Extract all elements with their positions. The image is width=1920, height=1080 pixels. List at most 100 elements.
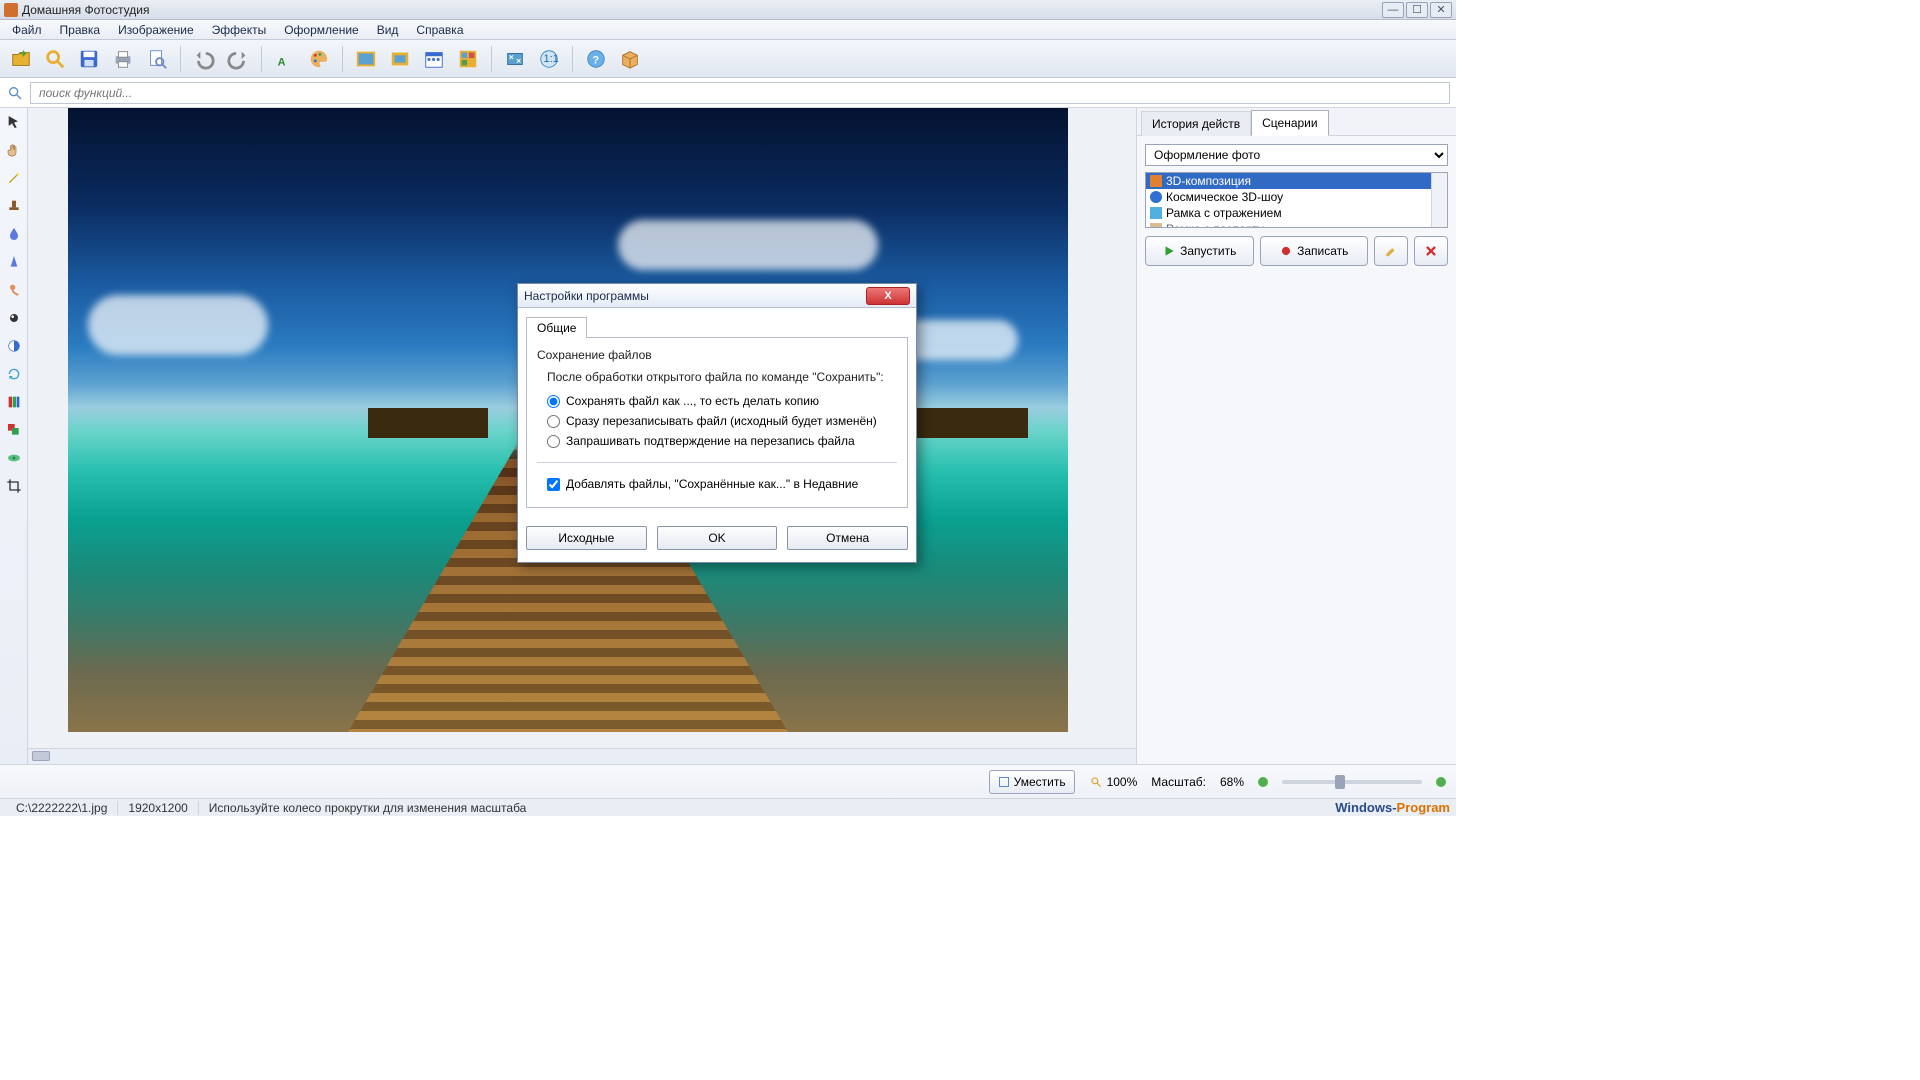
ok-button[interactable]: OK	[657, 526, 778, 550]
dialog-title: Настройки программы	[524, 289, 866, 303]
zoom-in-button[interactable]	[1436, 777, 1446, 787]
scenario-category-select[interactable]: Оформление фото	[1145, 144, 1448, 166]
sharpen-tool[interactable]	[4, 252, 24, 272]
preview-button[interactable]	[142, 44, 172, 74]
watermark: Windows-	[1335, 800, 1396, 815]
checkbox-input[interactable]	[547, 478, 560, 491]
text-button[interactable]: A	[270, 44, 300, 74]
frame-button[interactable]	[351, 44, 381, 74]
redo-button[interactable]	[223, 44, 253, 74]
settings-dialog: Настройки программы X Общие Сохранение ф…	[517, 283, 917, 563]
stamp-tool[interactable]	[4, 196, 24, 216]
calendar-button[interactable]	[419, 44, 449, 74]
status-hint: Используйте колесо прокрутки для изменен…	[199, 801, 537, 815]
scale-value: 68%	[1220, 775, 1244, 789]
refresh-tool[interactable]	[4, 364, 24, 384]
menu-bar: Файл Правка Изображение Эффекты Оформлен…	[0, 20, 1456, 40]
crop-tool[interactable]	[4, 476, 24, 496]
svg-text:1:1: 1:1	[544, 52, 559, 64]
search-input[interactable]	[30, 82, 1450, 104]
search-icon	[0, 85, 30, 101]
resize-button[interactable]	[500, 44, 530, 74]
right-tabs: История действ Сценарии	[1137, 108, 1456, 136]
frame2-button[interactable]	[385, 44, 415, 74]
maximize-button[interactable]: ☐	[1406, 2, 1428, 18]
run-button[interactable]: Запустить	[1145, 236, 1254, 266]
group-label: Сохранение файлов	[537, 348, 897, 362]
help-button[interactable]: ?	[581, 44, 611, 74]
drop-tool[interactable]	[4, 224, 24, 244]
menu-image[interactable]: Изображение	[110, 21, 202, 39]
menu-view[interactable]: Вид	[369, 21, 407, 39]
status-bar: C:\2222222\1.jpg 1920x1200 Используйте к…	[0, 798, 1456, 816]
radio-input[interactable]	[547, 415, 560, 428]
status-path: C:\2222222\1.jpg	[6, 801, 118, 815]
print-button[interactable]	[108, 44, 138, 74]
defaults-button[interactable]: Исходные	[526, 526, 647, 550]
dialog-titlebar: Настройки программы X	[518, 284, 916, 308]
save-button[interactable]	[74, 44, 104, 74]
open-button[interactable]	[6, 44, 36, 74]
left-toolbox	[0, 108, 28, 764]
list-item: Рамка с отражением	[1146, 205, 1447, 221]
zoom-100[interactable]: 100%	[1089, 775, 1138, 789]
palette-button[interactable]	[304, 44, 334, 74]
list-item: Космическое 3D-шоу	[1146, 189, 1447, 205]
menu-help[interactable]: Справка	[408, 21, 471, 39]
wand-tool[interactable]	[4, 168, 24, 188]
dialog-tab-general[interactable]: Общие	[526, 317, 587, 338]
right-panel: История действ Сценарии Оформление фото …	[1136, 108, 1456, 764]
box-button[interactable]	[615, 44, 645, 74]
record-button[interactable]: Записать	[1260, 236, 1369, 266]
tab-history[interactable]: История действ	[1141, 111, 1251, 136]
main-toolbar: A 1:1 ?	[0, 40, 1456, 78]
dialog-close-button[interactable]: X	[866, 287, 910, 305]
window-title: Домашняя Фотостудия	[22, 3, 1380, 17]
svg-text:A: A	[278, 56, 286, 68]
cancel-button[interactable]: Отмена	[787, 526, 908, 550]
canvas-h-scrollbar[interactable]	[28, 748, 1136, 764]
zoom-slider[interactable]	[1282, 780, 1422, 784]
menu-file[interactable]: Файл	[4, 21, 50, 39]
list-scrollbar[interactable]	[1431, 173, 1447, 227]
scenario-list[interactable]: 3D-композиция Космическое 3D-шоу Рамка с…	[1145, 172, 1448, 228]
100-button[interactable]: 1:1	[534, 44, 564, 74]
heal-tool[interactable]	[4, 448, 24, 468]
menu-design[interactable]: Оформление	[276, 21, 366, 39]
close-button[interactable]: ✕	[1430, 2, 1452, 18]
menu-edit[interactable]: Правка	[52, 21, 109, 39]
zoom-out-button[interactable]	[1258, 777, 1268, 787]
radio-confirm[interactable]: Запрашивать подтверждение на перезапись …	[547, 434, 897, 448]
tab-scenarios[interactable]: Сценарии	[1251, 110, 1328, 136]
hand-tool[interactable]	[4, 140, 24, 160]
checkbox-add-recent[interactable]: Добавлять файлы, "Сохранённые как..." в …	[547, 477, 897, 491]
pointer-tool[interactable]	[4, 112, 24, 132]
svg-text:?: ?	[592, 54, 599, 66]
status-dimensions: 1920x1200	[118, 801, 198, 815]
radio-input[interactable]	[547, 395, 560, 408]
minimize-button[interactable]: —	[1382, 2, 1404, 18]
layers-tool[interactable]	[4, 420, 24, 440]
collage-button[interactable]	[453, 44, 483, 74]
radio-save-copy[interactable]: Сохранять файл как ..., то есть делать к…	[547, 394, 897, 408]
search-bar	[0, 78, 1456, 108]
undo-button[interactable]	[189, 44, 219, 74]
delete-scenario-button[interactable]	[1414, 236, 1448, 266]
radio-input[interactable]	[547, 435, 560, 448]
scan-button[interactable]	[40, 44, 70, 74]
contrast-tool[interactable]	[4, 336, 24, 356]
list-item: 3D-композиция	[1146, 173, 1447, 189]
radio-overwrite[interactable]: Сразу перезаписывать файл (исходный буде…	[547, 414, 897, 428]
window-titlebar: Домашняя Фотостудия — ☐ ✕	[0, 0, 1456, 20]
fit-button[interactable]: Уместить	[989, 770, 1075, 794]
smudge-tool[interactable]	[4, 280, 24, 300]
dodge-tool[interactable]	[4, 308, 24, 328]
info-text: После обработки открытого файла по коман…	[547, 370, 897, 384]
list-item: Рамка с паспарту	[1146, 221, 1447, 228]
menu-effects[interactable]: Эффекты	[204, 21, 275, 39]
levels-tool[interactable]	[4, 392, 24, 412]
app-icon	[4, 3, 18, 17]
scale-label: Масштаб:	[1151, 775, 1206, 789]
edit-scenario-button[interactable]	[1374, 236, 1408, 266]
zoom-bar: Уместить 100% Масштаб: 68%	[0, 764, 1456, 798]
